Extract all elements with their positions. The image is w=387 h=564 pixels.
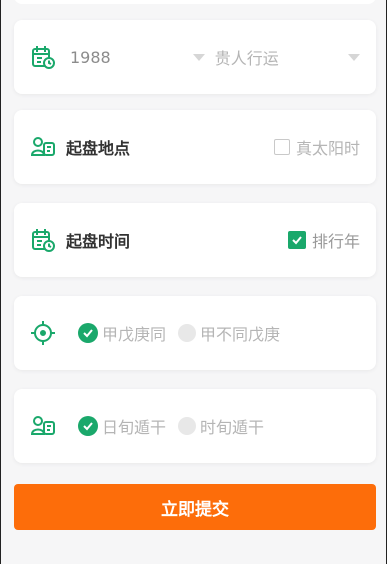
year-caret-icon[interactable]: [192, 53, 205, 61]
time-card: 起盘时间 排行年: [14, 203, 376, 277]
place-card: 起盘地点 真太阳时: [14, 110, 376, 184]
ri-option-a-label: 日旬遁干: [102, 418, 167, 437]
check-icon: [292, 236, 302, 245]
jia-option-a-label: 甲戊庚同: [102, 325, 167, 344]
left-edge: [0, 0, 1, 564]
true-solar-time-checkbox[interactable]: [273, 139, 290, 155]
ranking-year-option[interactable]: 排行年: [287, 228, 360, 252]
mode-caret-icon[interactable]: [348, 53, 360, 61]
previous-card-bottom: [14, 0, 376, 4]
ri-option-a[interactable]: 日旬遁干: [78, 414, 166, 438]
jia-option-b-label: 甲不同戊庚: [200, 325, 281, 344]
ranking-year-checkbox[interactable]: [287, 231, 306, 249]
calendar-clock-icon: [30, 44, 56, 70]
time-label: 起盘时间: [66, 232, 131, 251]
person-card-icon: [30, 134, 56, 160]
jia-radio-b[interactable]: [178, 324, 197, 342]
true-solar-time-label: 真太阳时: [295, 139, 360, 158]
true-solar-time-option[interactable]: 真太阳时: [273, 135, 360, 159]
ri-radio-b[interactable]: [178, 417, 197, 435]
ri-option-b-label: 时旬遁干: [200, 418, 265, 437]
check-icon: [83, 329, 93, 338]
ri-radio-a[interactable]: [78, 416, 98, 436]
ranking-year-label: 排行年: [311, 232, 360, 251]
calendar-clock-icon: [30, 227, 56, 253]
mode-select[interactable]: 贵人行运: [215, 45, 279, 69]
submit-button[interactable]: 立即提交: [14, 484, 376, 530]
jia-option-a[interactable]: 甲戊庚同: [78, 321, 166, 345]
year-select[interactable]: 1988: [70, 48, 111, 67]
jia-option-b[interactable]: 甲不同戊庚: [178, 321, 280, 345]
jia-radio-a[interactable]: [78, 323, 98, 343]
target-icon: [30, 320, 56, 346]
date-mode-card: 1988 贵人行运: [14, 20, 376, 94]
check-icon: [83, 422, 93, 431]
person-card-icon: [30, 413, 56, 439]
ri-card: 日旬遁干 时旬遁干: [14, 389, 376, 463]
place-label: 起盘地点: [66, 139, 131, 158]
ri-option-b[interactable]: 时旬遁干: [178, 414, 264, 438]
jia-card: 甲戊庚同 甲不同戊庚: [14, 296, 376, 370]
